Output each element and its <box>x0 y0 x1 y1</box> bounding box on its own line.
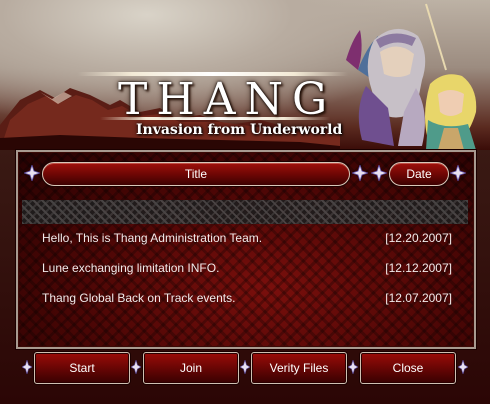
join-button[interactable]: Join <box>143 352 239 384</box>
star-ornament-icon <box>458 360 468 374</box>
news-date: [12.12.2007] <box>385 261 452 275</box>
launcher-window: THANG Invasion from Underworld Title Dat… <box>0 0 490 404</box>
star-ornament-icon <box>348 360 358 374</box>
star-ornament-icon <box>22 360 32 374</box>
star-ornament-icon <box>450 165 466 181</box>
game-banner: THANG Invasion from Underworld <box>0 0 490 150</box>
pattern-divider <box>22 200 468 224</box>
news-date: [12.07.2007] <box>385 291 452 305</box>
star-ornament-icon <box>240 360 250 374</box>
news-row[interactable]: Thang Global Back on Track events. [12.0… <box>18 288 470 318</box>
table-header: Title Date <box>24 162 468 186</box>
close-button[interactable]: Close <box>360 352 456 384</box>
news-title[interactable]: Hello, This is Thang Administration Team… <box>42 231 262 245</box>
start-button[interactable]: Start <box>34 352 130 384</box>
date-column-header[interactable]: Date <box>389 162 449 186</box>
news-panel: Title Date Hello, This is Thang Administ… <box>16 150 476 349</box>
news-row[interactable]: Hello, This is Thang Administration Team… <box>18 228 470 258</box>
footer-buttons: Start Join Verity Files Close <box>16 350 474 390</box>
star-ornament-icon <box>371 165 387 181</box>
news-row[interactable]: Lune exchanging limitation INFO. [12.12.… <box>18 258 470 288</box>
title-column-header[interactable]: Title <box>42 162 350 186</box>
star-ornament-icon <box>352 165 368 181</box>
character-art <box>346 3 477 150</box>
game-subtitle: Invasion from Underworld <box>136 122 343 138</box>
news-title[interactable]: Lune exchanging limitation INFO. <box>42 261 219 275</box>
news-title[interactable]: Thang Global Back on Track events. <box>42 291 235 305</box>
star-ornament-icon <box>131 360 141 374</box>
news-date: [12.20.2007] <box>385 231 452 245</box>
game-logo: THANG <box>118 74 337 125</box>
star-ornament-icon <box>24 165 40 181</box>
news-list: Hello, This is Thang Administration Team… <box>18 228 470 318</box>
verify-files-button[interactable]: Verity Files <box>251 352 347 384</box>
